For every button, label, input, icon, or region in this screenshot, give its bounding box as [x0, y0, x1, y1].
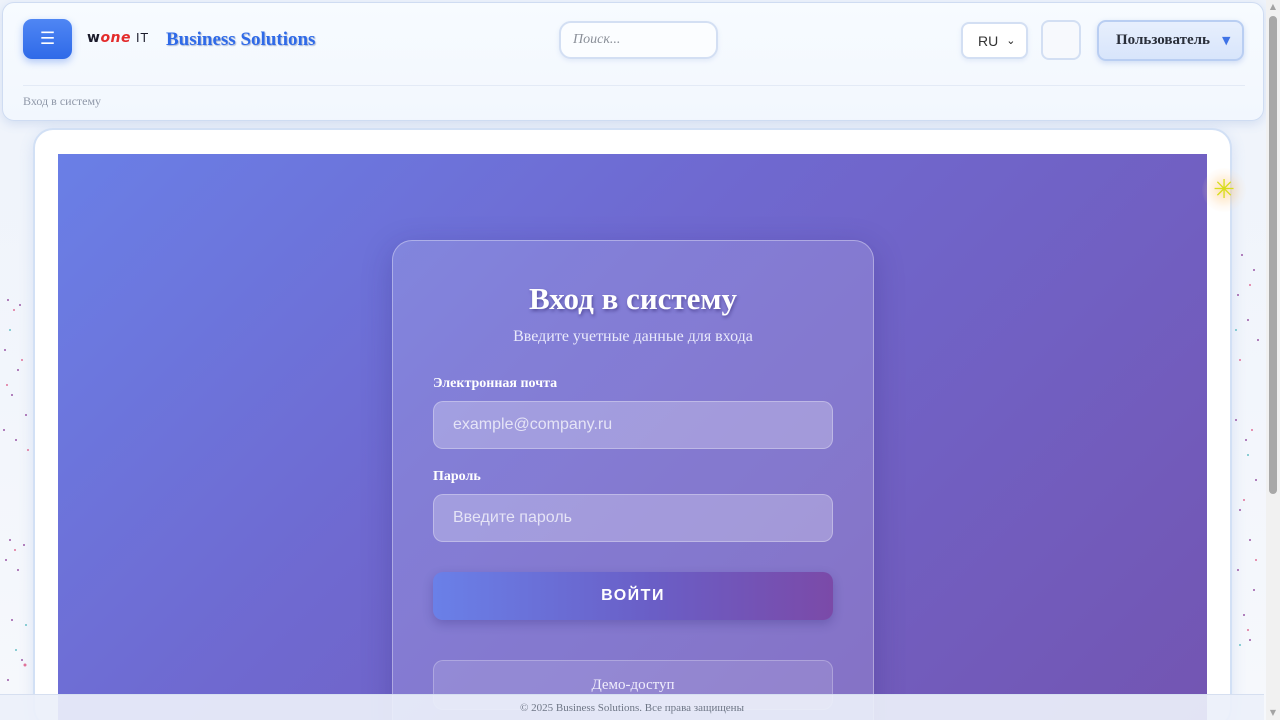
footer-copyright: © 2025 Business Solutions. Все права защ… [520, 702, 744, 714]
language-value: RU [978, 32, 999, 49]
sparkle-icon: ✳ [1202, 168, 1246, 212]
scrollbar-thumb[interactable] [1269, 16, 1277, 494]
logo-text-w: w [87, 30, 101, 46]
login-hero: Вход в систему Введите учетные данные дл… [58, 154, 1207, 720]
login-title: Вход в систему [528, 281, 738, 316]
page-footer: © 2025 Business Solutions. Все права защ… [0, 694, 1264, 720]
email-field[interactable] [433, 401, 833, 449]
scroll-down-arrow-icon[interactable]: ▼ [1266, 706, 1280, 720]
password-label: Пароль [433, 469, 481, 484]
logo-text-one: one [100, 30, 132, 46]
theme-toggle-button[interactable] [1041, 20, 1081, 60]
caret-down-icon: ▼ [1221, 34, 1231, 47]
breadcrumb: Вход в систему [23, 94, 102, 108]
hamburger-icon: ☰ [39, 29, 56, 49]
header-divider [23, 85, 1245, 86]
company-logo[interactable]: w one IT [87, 30, 149, 46]
menu-button[interactable]: ☰ [23, 19, 72, 59]
top-header: ☰ wone IT Business Solutions RU ⌄ Пользов… [2, 2, 1264, 121]
language-select[interactable]: RU ⌄ [961, 22, 1028, 59]
brand-title[interactable]: Business Solutions [166, 29, 315, 51]
login-subtitle: Введите учетные данные для входа [513, 328, 753, 345]
logo-text-it: IT [136, 31, 149, 45]
confetti-dots-left [3, 299, 29, 681]
confetti-dots-right [1235, 254, 1259, 646]
user-menu-button[interactable]: Пользователь ▼ [1097, 20, 1244, 61]
vertical-scrollbar[interactable]: ▲ ▼ [1266, 0, 1280, 720]
login-card: Вход в систему Введите учетные данные дл… [392, 240, 874, 720]
chevron-down-icon: ⌄ [1006, 35, 1016, 47]
email-label: Электронная почта [433, 376, 558, 391]
user-menu-label: Пользователь [1116, 32, 1210, 48]
scroll-up-arrow-icon[interactable]: ▲ [1266, 0, 1280, 14]
confetti-decoration-left [0, 240, 40, 690]
confetti-decoration-right [1230, 240, 1270, 690]
login-button[interactable]: ВОЙТИ [433, 572, 833, 620]
search-input[interactable] [559, 21, 718, 59]
password-field[interactable] [433, 494, 833, 542]
